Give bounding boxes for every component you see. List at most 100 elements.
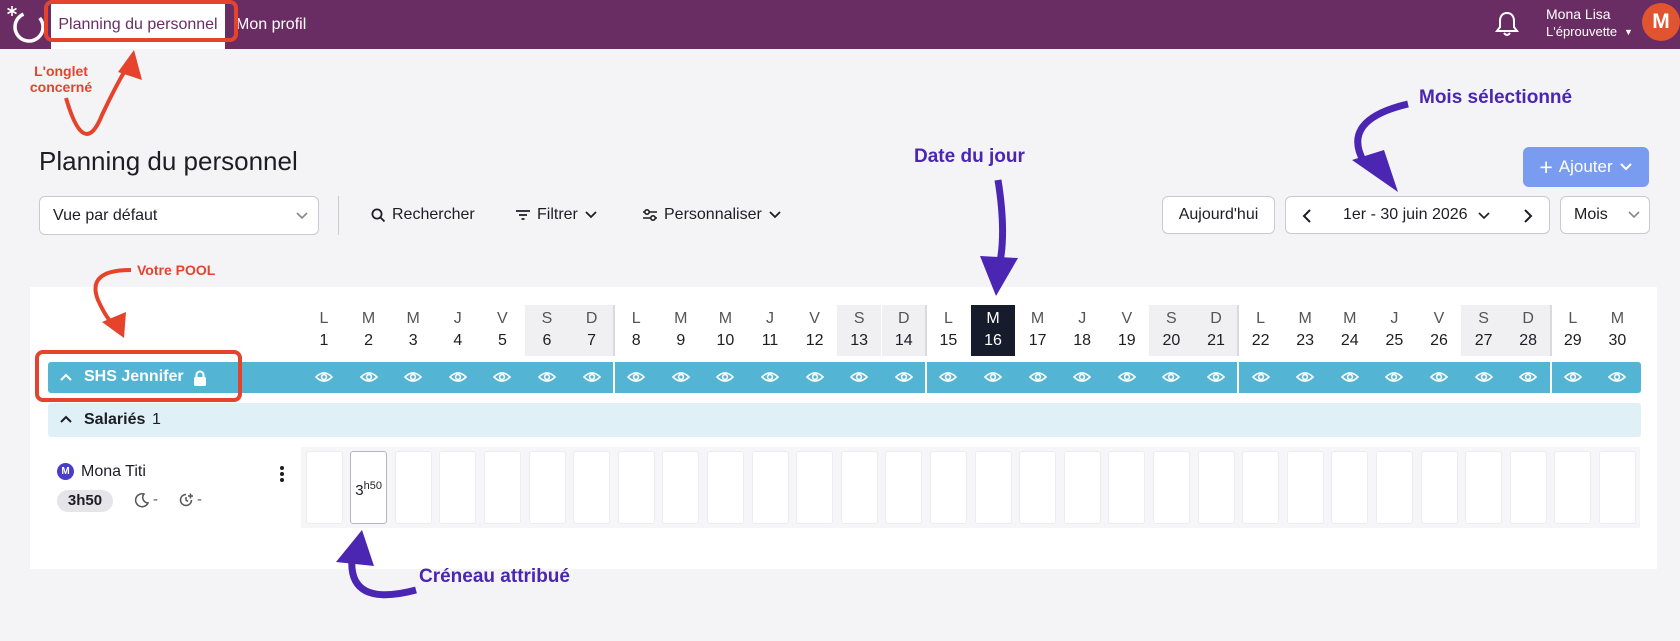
group-name: Salariés xyxy=(84,411,146,428)
eye-icon[interactable] xyxy=(582,370,601,384)
empty-slot[interactable] xyxy=(1554,451,1592,524)
empty-slot[interactable] xyxy=(1465,451,1503,524)
user-organization[interactable]: L'éprouvette xyxy=(1546,24,1617,39)
notification-bell-icon[interactable] xyxy=(1494,10,1520,38)
empty-slot[interactable] xyxy=(1152,451,1190,524)
eye-icon[interactable] xyxy=(359,370,378,384)
empty-slot[interactable] xyxy=(528,451,566,524)
day-number: 15 xyxy=(939,332,958,349)
filter-button[interactable]: Filtrer xyxy=(515,206,598,224)
search-button[interactable]: Rechercher xyxy=(371,206,475,224)
empty-slot[interactable] xyxy=(662,451,700,524)
annotation-today-label: Date du jour xyxy=(914,146,1025,167)
day-number: 17 xyxy=(1028,332,1047,349)
eye-icon[interactable] xyxy=(1385,370,1404,384)
eye-icon[interactable] xyxy=(984,370,1002,384)
view-select[interactable]: Vue par défaut xyxy=(39,196,319,235)
eye-icon[interactable] xyxy=(1117,370,1136,384)
eye-icon[interactable] xyxy=(404,370,423,384)
eye-icon[interactable] xyxy=(538,370,556,384)
eye-icon[interactable] xyxy=(1430,370,1448,384)
empty-slot[interactable] xyxy=(394,451,432,524)
empty-slot[interactable] xyxy=(1197,451,1235,524)
moon-icon xyxy=(134,492,150,507)
empty-slot[interactable] xyxy=(305,451,343,524)
empty-slot[interactable] xyxy=(751,451,789,524)
empty-slot[interactable] xyxy=(1331,451,1369,524)
app-logo-icon[interactable] xyxy=(4,4,48,48)
empty-slot[interactable] xyxy=(974,451,1012,524)
day-letter: L xyxy=(943,310,953,327)
employee-name[interactable]: Mona Titi xyxy=(81,463,146,481)
period-label[interactable]: 1er - 30 juin 2026 xyxy=(1343,197,1468,233)
more-options-icon[interactable] xyxy=(279,465,285,483)
eye-icon[interactable] xyxy=(448,370,467,384)
employee-avatar: M xyxy=(57,463,74,480)
empty-slot[interactable] xyxy=(439,451,477,524)
eye-icon[interactable] xyxy=(671,370,690,384)
tab-mon-profil[interactable]: Mon profil xyxy=(236,0,306,49)
eye-icon[interactable] xyxy=(939,370,958,384)
day-number: 12 xyxy=(805,332,824,349)
eye-icon[interactable] xyxy=(1563,370,1582,384)
eye-icon[interactable] xyxy=(1519,370,1538,384)
empty-slot[interactable] xyxy=(1019,451,1057,524)
eye-icon[interactable] xyxy=(1162,370,1181,384)
chevron-down-icon[interactable] xyxy=(1477,211,1491,221)
empty-slot[interactable] xyxy=(1420,451,1458,524)
eye-icon[interactable] xyxy=(1028,370,1047,384)
empty-slot[interactable] xyxy=(840,451,878,524)
eye-icon[interactable] xyxy=(805,370,824,384)
empty-slot[interactable] xyxy=(1286,451,1324,524)
eye-icon[interactable] xyxy=(1474,370,1493,384)
empty-slot[interactable] xyxy=(706,451,744,524)
eye-icon[interactable] xyxy=(894,370,913,384)
day-header: S 13 xyxy=(837,308,881,352)
eye-icon[interactable] xyxy=(1340,370,1359,384)
empty-slot[interactable] xyxy=(929,451,967,524)
day-letter: J xyxy=(453,310,462,327)
day-header: D 21 xyxy=(1194,308,1238,352)
chevron-up-icon[interactable] xyxy=(59,414,73,424)
eye-icon[interactable] xyxy=(627,370,646,384)
eye-icon[interactable] xyxy=(850,370,869,384)
day-letter: M xyxy=(718,310,733,327)
day-number: 6 xyxy=(542,332,552,349)
eye-icon[interactable] xyxy=(1608,370,1627,384)
empty-slot[interactable] xyxy=(1375,451,1413,524)
empty-slot[interactable] xyxy=(1598,451,1636,524)
eye-icon[interactable] xyxy=(1207,370,1225,384)
eye-icon[interactable] xyxy=(493,370,512,384)
eye-icon[interactable] xyxy=(1251,370,1270,384)
user-name[interactable]: Mona Lisa xyxy=(1546,6,1611,22)
chevron-down-icon xyxy=(296,212,308,220)
empty-slot[interactable] xyxy=(1509,451,1547,524)
today-button[interactable]: Aujourd'hui xyxy=(1162,196,1275,234)
user-avatar[interactable]: M xyxy=(1642,3,1680,41)
eye-icon[interactable] xyxy=(1073,370,1092,384)
day-header: M 30 xyxy=(1595,308,1639,352)
group-bar[interactable] xyxy=(48,403,1641,437)
empty-slot[interactable] xyxy=(483,451,521,524)
eye-icon[interactable] xyxy=(1296,370,1315,384)
day-number: 29 xyxy=(1563,332,1582,349)
empty-slot[interactable] xyxy=(617,451,655,524)
empty-slot[interactable] xyxy=(573,451,611,524)
assigned-slot[interactable]: 3h50 xyxy=(350,451,388,524)
empty-slot[interactable] xyxy=(1063,451,1101,524)
empty-slot[interactable] xyxy=(796,451,834,524)
eye-icon[interactable] xyxy=(716,370,735,384)
previous-period-icon[interactable] xyxy=(1302,209,1312,223)
eye-icon[interactable] xyxy=(761,370,779,384)
day-header: M9 xyxy=(659,308,703,352)
empty-slot[interactable] xyxy=(885,451,923,524)
empty-slot[interactable] xyxy=(1242,451,1280,524)
eye-icon[interactable] xyxy=(315,370,333,384)
user-menu-caret-icon[interactable]: ▼ xyxy=(1624,27,1633,37)
empty-slot[interactable] xyxy=(1108,451,1146,524)
day-number: 10 xyxy=(716,332,735,349)
next-period-icon[interactable] xyxy=(1523,209,1533,223)
add-button[interactable]: + Ajouter xyxy=(1523,147,1649,187)
customize-button[interactable]: Personnaliser xyxy=(642,206,782,224)
annotation-slot-arrow xyxy=(336,530,417,599)
